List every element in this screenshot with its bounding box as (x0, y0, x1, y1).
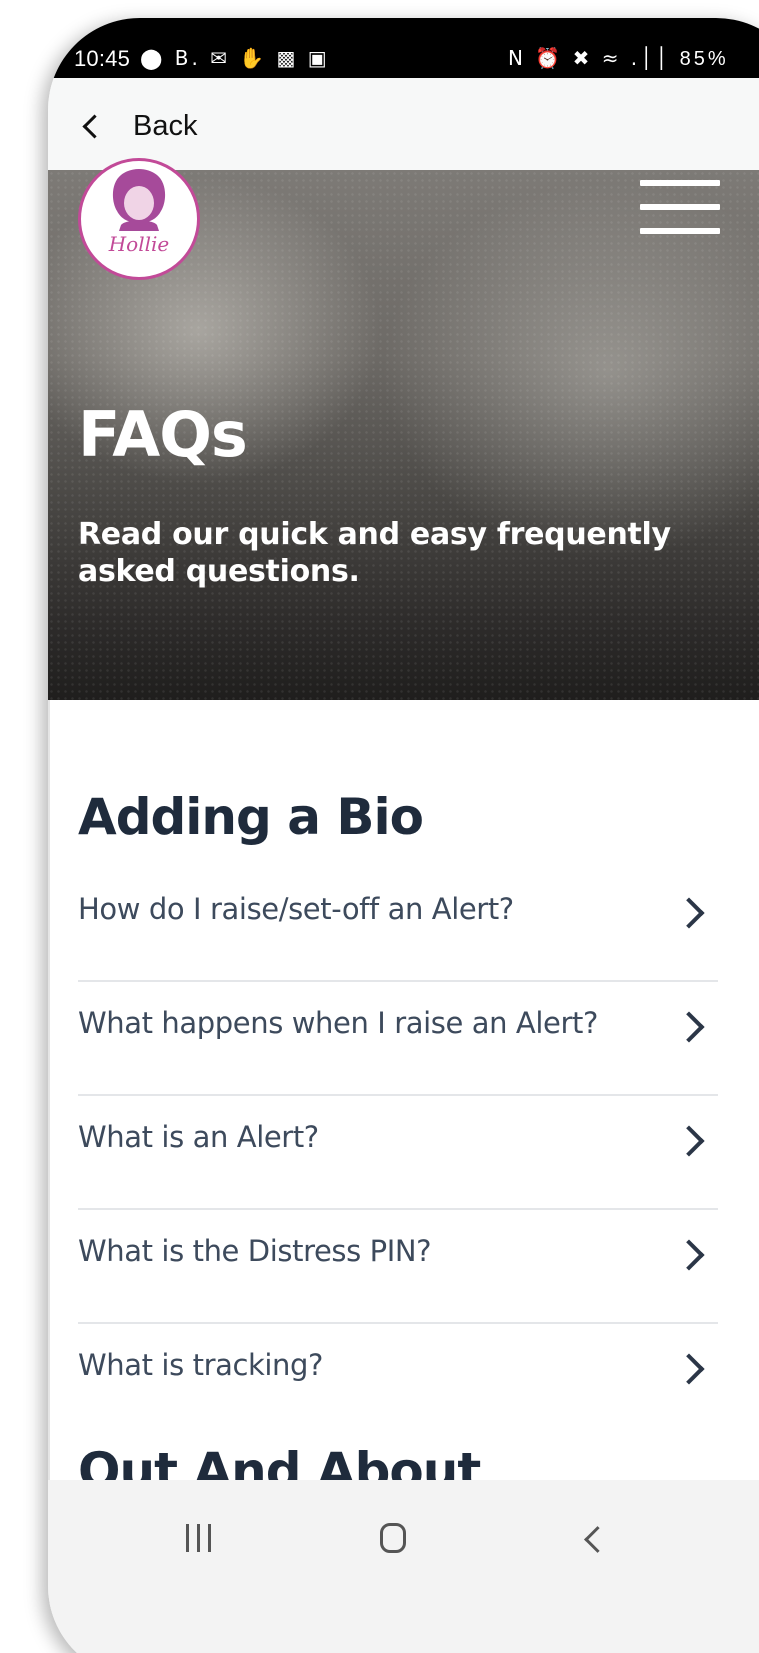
chevron-right-icon (673, 1239, 705, 1271)
logo-icon: Hollie (83, 163, 195, 275)
system-status-icons: N ⏰ ✖ ≈ .││ 85% (508, 46, 729, 71)
faq-list: How do I raise/set-off an Alert? What ha… (78, 868, 718, 1438)
back-button[interactable]: Back (80, 110, 197, 143)
signal-icons: N ⏰ ✖ ≈ .││ (508, 46, 671, 70)
hamburger-menu-icon[interactable] (640, 180, 720, 236)
chevron-right-icon (673, 1353, 705, 1385)
recent-apps-icon[interactable] (186, 1524, 212, 1552)
chevron-right-icon (673, 897, 705, 929)
faq-item[interactable]: What happens when I raise an Alert? (78, 982, 718, 1096)
chevron-right-icon (673, 1011, 705, 1043)
phone-frame: 10:45 ⬤ B. ✉ ✋ ▩ ▣ N ⏰ ✖ ≈ .││ 85% Back (48, 18, 759, 1653)
faq-item[interactable]: What is tracking? (78, 1324, 718, 1438)
status-time: 10:45 (74, 46, 131, 71)
back-label: Back (133, 110, 198, 142)
chevron-right-icon (673, 1125, 705, 1157)
top-navigation-bar: Back (48, 78, 759, 171)
menu-bar-line (640, 180, 720, 186)
faq-question: How do I raise/set-off an Alert? (78, 892, 514, 926)
menu-bar-line (640, 204, 720, 210)
faq-question: What happens when I raise an Alert? (78, 1006, 598, 1040)
hero-banner: Hollie FAQs Read our quick and easy freq… (48, 158, 759, 700)
section-heading-adding-a-bio: Adding a Bio (78, 788, 424, 846)
page-subtitle: Read our quick and easy frequently asked… (78, 517, 671, 589)
page-title: FAQs (78, 398, 248, 471)
faq-question: What is the Distress PIN? (78, 1234, 432, 1268)
faq-item[interactable]: What is an Alert? (78, 1096, 718, 1210)
faq-item[interactable]: What is the Distress PIN? (78, 1210, 718, 1324)
back-arrow-icon[interactable] (584, 1526, 611, 1553)
faq-item[interactable]: How do I raise/set-off an Alert? (78, 868, 718, 982)
menu-bar-line (640, 228, 720, 234)
battery-level: 85% (679, 48, 729, 70)
home-icon[interactable] (380, 1523, 406, 1553)
notification-icons: ⬤ B. ✉ ✋ ▩ ▣ (140, 46, 330, 70)
phone-screen: 10:45 ⬤ B. ✉ ✋ ▩ ▣ N ⏰ ✖ ≈ .││ 85% Back (48, 18, 759, 1653)
status-bar: 10:45 ⬤ B. ✉ ✋ ▩ ▣ N ⏰ ✖ ≈ .││ 85% (48, 18, 759, 78)
system-navigation-bar (48, 1480, 759, 1653)
brand-logo[interactable]: Hollie (78, 158, 200, 280)
faq-question: What is tracking? (78, 1348, 324, 1382)
screenshot-canvas: 10:45 ⬤ B. ✉ ✋ ▩ ▣ N ⏰ ✖ ≈ .││ 85% Back (0, 0, 759, 1653)
chevron-left-icon (82, 114, 107, 139)
faq-question: What is an Alert? (78, 1120, 319, 1154)
logo-text: Hollie (108, 232, 170, 256)
